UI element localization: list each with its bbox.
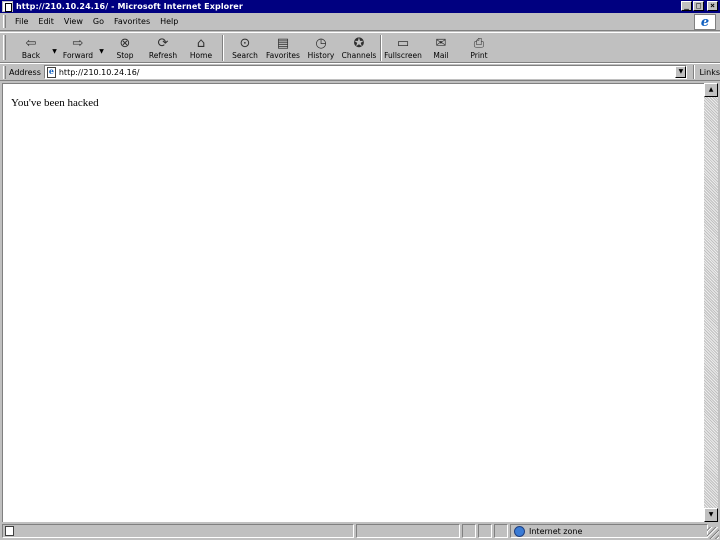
status-page-icon bbox=[5, 526, 14, 536]
home-label: Home bbox=[189, 51, 213, 60]
channels-label: Channels bbox=[341, 51, 377, 60]
address-dropdown-button[interactable]: ▼ bbox=[675, 66, 687, 78]
app-icon[interactable] bbox=[2, 1, 13, 12]
mail-icon: ✉ bbox=[435, 36, 447, 51]
title-bar[interactable]: http://210.10.24.16/ - Microsoft Interne… bbox=[0, 0, 720, 13]
search-button[interactable]: ⊙ Search bbox=[226, 35, 264, 60]
address-input[interactable]: http://210.10.24.16/ ▼ bbox=[43, 65, 688, 79]
window-controls: _ □ × bbox=[681, 1, 718, 11]
standard-toolbar: ⇦ Back ▼ ⇨ Forward ▼ ⊗ Stop ⟳ Refresh ⌂ … bbox=[0, 32, 720, 63]
page-message: You've been hacked bbox=[11, 97, 99, 109]
back-icon: ⇦ bbox=[25, 36, 37, 51]
status-panel-offline bbox=[478, 524, 492, 538]
minimize-button[interactable]: _ bbox=[681, 1, 692, 11]
favorites-icon: ▤ bbox=[276, 36, 290, 51]
toolbar-separator bbox=[380, 35, 382, 61]
page-icon bbox=[46, 66, 56, 78]
status-bar: Internet zone bbox=[0, 522, 720, 540]
resize-grip[interactable] bbox=[707, 527, 719, 539]
scroll-down-button[interactable]: ▼ bbox=[704, 508, 718, 522]
menu-go[interactable]: Go bbox=[88, 17, 109, 26]
menu-favorites[interactable]: Favorites bbox=[109, 17, 155, 26]
links-button[interactable]: Links bbox=[699, 68, 720, 77]
search-icon: ⊙ bbox=[239, 36, 251, 51]
links-separator bbox=[693, 65, 696, 79]
globe-icon bbox=[514, 525, 525, 537]
stop-icon: ⊗ bbox=[119, 36, 131, 51]
refresh-label: Refresh bbox=[148, 51, 178, 60]
ie-logo-icon: e bbox=[694, 14, 716, 30]
history-button[interactable]: ◷ History bbox=[302, 35, 340, 60]
stop-label: Stop bbox=[116, 51, 134, 60]
mail-button[interactable]: ✉ Mail bbox=[422, 35, 460, 60]
print-icon: ⎙ bbox=[473, 36, 485, 51]
menu-help[interactable]: Help bbox=[155, 17, 183, 26]
scroll-track[interactable] bbox=[704, 97, 718, 508]
status-panel-extra bbox=[494, 524, 508, 538]
menu-view[interactable]: View bbox=[59, 17, 88, 26]
status-text-panel bbox=[2, 524, 354, 538]
history-icon: ◷ bbox=[315, 36, 327, 51]
channels-icon: ✪ bbox=[353, 36, 365, 51]
security-zone-panel[interactable]: Internet zone bbox=[510, 524, 708, 538]
address-url[interactable]: http://210.10.24.16/ bbox=[59, 68, 140, 77]
print-label: Print bbox=[470, 51, 488, 60]
zone-label: Internet zone bbox=[529, 526, 583, 536]
refresh-icon: ⟳ bbox=[157, 36, 169, 51]
stop-button[interactable]: ⊗ Stop bbox=[106, 35, 144, 60]
toolbar-separator bbox=[222, 35, 224, 61]
close-button[interactable]: × bbox=[707, 1, 718, 11]
back-label: Back bbox=[21, 51, 41, 60]
fullscreen-label: Fullscreen bbox=[384, 51, 422, 60]
back-button[interactable]: ⇦ Back bbox=[12, 35, 50, 60]
menu-edit[interactable]: Edit bbox=[33, 17, 59, 26]
status-panel-lock bbox=[462, 524, 476, 538]
maximize-button[interactable]: □ bbox=[693, 1, 704, 11]
forward-button[interactable]: ⇨ Forward bbox=[59, 35, 97, 60]
history-label: History bbox=[307, 51, 335, 60]
address-bar: Address http://210.10.24.16/ ▼ Links bbox=[0, 63, 720, 81]
home-icon: ⌂ bbox=[196, 36, 206, 51]
fullscreen-button[interactable]: ▭ Fullscreen bbox=[384, 35, 422, 60]
refresh-button[interactable]: ⟳ Refresh bbox=[144, 35, 182, 60]
menu-grip[interactable] bbox=[3, 15, 6, 28]
status-progress-panel bbox=[356, 524, 460, 538]
search-label: Search bbox=[232, 51, 258, 60]
menu-bar: File Edit View Go Favorites Help e bbox=[0, 13, 720, 31]
window-title: http://210.10.24.16/ - Microsoft Interne… bbox=[16, 2, 243, 11]
address-grip[interactable] bbox=[3, 65, 6, 79]
mail-label: Mail bbox=[433, 51, 449, 60]
address-label: Address bbox=[9, 67, 41, 77]
menu-file[interactable]: File bbox=[10, 17, 33, 26]
fullscreen-icon: ▭ bbox=[396, 36, 410, 51]
channels-button[interactable]: ✪ Channels bbox=[340, 35, 378, 60]
vertical-scrollbar[interactable]: ▲ ▼ bbox=[704, 83, 718, 522]
page-content[interactable]: You've been hacked bbox=[2, 83, 704, 522]
favorites-label: Favorites bbox=[266, 51, 300, 60]
scroll-up-button[interactable]: ▲ bbox=[704, 83, 718, 97]
forward-icon: ⇨ bbox=[72, 36, 84, 51]
favorites-button[interactable]: ▤ Favorites bbox=[264, 35, 302, 60]
toolbar-grip[interactable] bbox=[3, 35, 6, 60]
forward-label: Forward bbox=[62, 51, 94, 60]
home-button[interactable]: ⌂ Home bbox=[182, 35, 220, 60]
print-button[interactable]: ⎙ Print bbox=[460, 35, 498, 60]
